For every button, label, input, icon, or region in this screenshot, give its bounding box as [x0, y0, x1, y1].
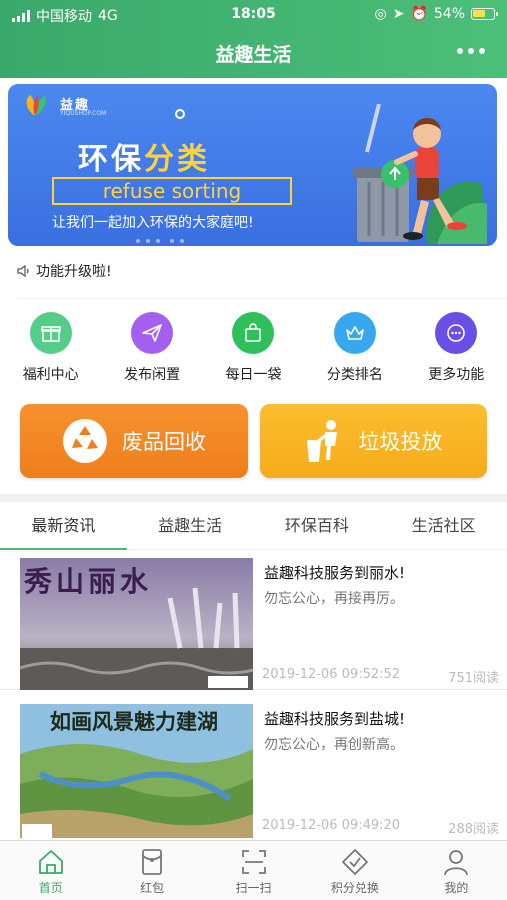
dispose-button[interactable]: 垃圾投放: [260, 404, 487, 478]
location-icon: ➤: [392, 6, 405, 22]
dispose-button-label: 垃圾投放: [358, 430, 443, 454]
quick-action-label: 发布闲置: [124, 367, 181, 383]
trash-disposal-icon: [306, 420, 337, 462]
notice-bar[interactable]: 功能升级啦!: [16, 261, 112, 281]
decor-circle-icon: [175, 109, 185, 119]
headline-part-a: 环保: [78, 142, 144, 177]
page-title: 益趣生活: [215, 44, 292, 66]
rotation-lock-icon: ◎: [374, 6, 387, 22]
banner-logo-sub: YIQUSHOP.COM: [60, 110, 107, 117]
user-icon: [444, 850, 469, 876]
nav-label: 红包: [140, 881, 165, 895]
quick-action-welfare[interactable]: 福利中心: [0, 312, 101, 384]
gift-icon: [29, 312, 72, 354]
quick-action-label: 更多功能: [428, 367, 485, 383]
speaker-icon: [17, 264, 29, 278]
quick-action-label: 福利中心: [22, 367, 79, 383]
more-options-button[interactable]: [457, 40, 485, 54]
news-date: 2019-12-06 09:49:20: [262, 818, 401, 833]
alarm-icon: ⏰: [410, 6, 428, 22]
crown-icon: [333, 312, 376, 354]
quick-actions: 福利中心 发布闲置 每日一袋 分类排名 更多功能: [0, 312, 507, 384]
exchange-icon: [342, 849, 368, 875]
news-title: 益趣科技服务到盐城!: [264, 710, 406, 728]
header-bar: 中国移动 4G 18:05 ◎ ➤ ⏰ 54% 益趣生活: [0, 0, 507, 78]
battery-icon: [471, 8, 498, 20]
bottom-nav: 首页 红包 扫一扫 积分兑换 我的: [0, 840, 507, 900]
thumbnail-caption: 如画风景魅力建湖: [50, 709, 218, 734]
quick-action-daily-bag[interactable]: 每日一袋: [203, 312, 304, 384]
nav-profile[interactable]: 我的: [406, 841, 507, 900]
news-read-count: 751阅读: [448, 671, 499, 686]
quick-action-label: 分类排名: [326, 367, 383, 383]
quick-action-ranking[interactable]: 分类排名: [304, 312, 405, 384]
news-description: 勿忘公心，再接再厉。: [264, 591, 404, 607]
news-item[interactable]: 如画风景魅力建湖 益趣科技服务到盐城! 勿忘公心，再创新高。 2019-12-0…: [0, 698, 507, 838]
news-title: 益趣科技服务到丽水!: [264, 564, 406, 582]
banner-slogan: 让我们一起加入环保的大家庭吧!: [52, 215, 254, 231]
bag-icon: [232, 312, 275, 354]
logo-icon: [26, 95, 46, 116]
quick-action-more[interactable]: 更多功能: [406, 312, 507, 384]
recycle-icon: [63, 419, 107, 463]
more-icon: [435, 312, 478, 354]
paper-plane-icon: [131, 312, 174, 354]
nav-home[interactable]: 首页: [0, 841, 101, 900]
battery-label: 54%: [433, 6, 465, 22]
banner-headline: 环保分类: [78, 134, 210, 178]
news-item[interactable]: 秀山丽水 益趣科技服务到丽水! 勿忘公心，再接再厉。 2019-12-06 09…: [0, 552, 507, 690]
promo-banner[interactable]: 益趣 YIQUSHOP.COM 环保分类 refuse sorting 让我们一…: [8, 84, 497, 246]
news-date: 2019-12-06 09:52:52: [262, 667, 401, 682]
tab-community[interactable]: 生活社区: [380, 502, 507, 549]
nav-red-envelope[interactable]: 红包: [101, 841, 202, 900]
quick-action-publish[interactable]: 发布闲置: [101, 312, 202, 384]
scan-icon: [241, 850, 266, 874]
nav-points-exchange[interactable]: 积分兑换: [304, 841, 405, 900]
news-tabs: 最新资讯 益趣生活 环保百科 生活社区: [0, 502, 507, 550]
nav-label: 扫一扫: [235, 881, 272, 895]
banner-subtitle: refuse sorting: [52, 177, 292, 205]
status-bar: 中国移动 4G 18:05 ◎ ➤ ⏰ 54%: [0, 4, 507, 26]
notice-text: 功能升级啦!: [36, 264, 112, 280]
recycle-button-label: 废品回收: [122, 430, 206, 454]
recycle-button[interactable]: 废品回收: [20, 404, 248, 478]
tab-life[interactable]: 益趣生活: [127, 502, 254, 549]
news-description: 勿忘公心，再创新高。: [264, 737, 404, 753]
red-envelope-icon: [142, 849, 163, 875]
news-read-count: 288阅读: [448, 822, 499, 837]
nav-label: 积分兑换: [330, 881, 379, 895]
quick-action-label: 每日一袋: [225, 367, 282, 383]
tab-encyclopedia[interactable]: 环保百科: [254, 502, 381, 549]
nav-label: 首页: [38, 881, 63, 895]
headline-part-b: 分类: [144, 142, 210, 177]
news-thumbnail: 秀山丽水: [20, 558, 253, 690]
section-gap: [0, 494, 507, 502]
recycling-boy-illustration: [353, 104, 487, 244]
home-icon: [38, 850, 63, 874]
tab-latest[interactable]: 最新资讯: [0, 502, 127, 550]
pagination-dots: [136, 239, 184, 243]
nav-label: 我的: [444, 881, 469, 895]
news-thumbnail: 如画风景魅力建湖: [20, 704, 253, 838]
nav-scan[interactable]: 扫一扫: [203, 841, 304, 900]
thumbnail-caption: 秀山丽水: [24, 565, 153, 598]
divider: [18, 298, 507, 299]
